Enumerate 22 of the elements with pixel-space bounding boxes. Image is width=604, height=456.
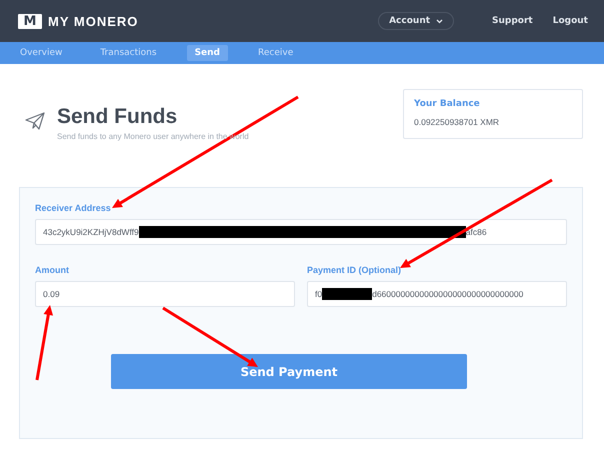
payment-id-field[interactable]: f0 d6600000000000000000000000000000 <box>307 281 567 307</box>
balance-label: Your Balance <box>414 99 481 109</box>
address-field[interactable]: 43c2ykU9i2KZHjV8dWff9 afc86 <box>35 219 567 245</box>
header-link[interactable]: Support <box>492 16 533 26</box>
field-value: afc86 <box>466 227 487 237</box>
paper-plane-icon <box>25 111 45 131</box>
field-value: d6600000000000000000000000000000 <box>372 289 524 299</box>
account-menu[interactable]: Account <box>378 12 454 30</box>
field-value: f0 <box>315 289 322 299</box>
page-title: Send Funds <box>57 105 178 129</box>
field-value: 43c2ykU9i2KZHjV8dWff9 <box>43 227 139 237</box>
field-label: Receiver Address <box>35 203 112 213</box>
field-value: 0.09 <box>43 289 60 299</box>
balance-value: 0.092250938701 XMR <box>414 117 500 127</box>
logo-mark: M <box>18 14 42 28</box>
header-link[interactable]: Logout <box>552 16 588 26</box>
field-label: Amount <box>35 265 70 275</box>
chevron-icon <box>436 18 444 24</box>
field-label: Payment ID (Optional) <box>307 265 402 275</box>
amount-field[interactable]: 0.09 <box>35 281 295 307</box>
redaction-bar <box>322 288 372 300</box>
brand-name: MY MONERO <box>48 14 138 28</box>
